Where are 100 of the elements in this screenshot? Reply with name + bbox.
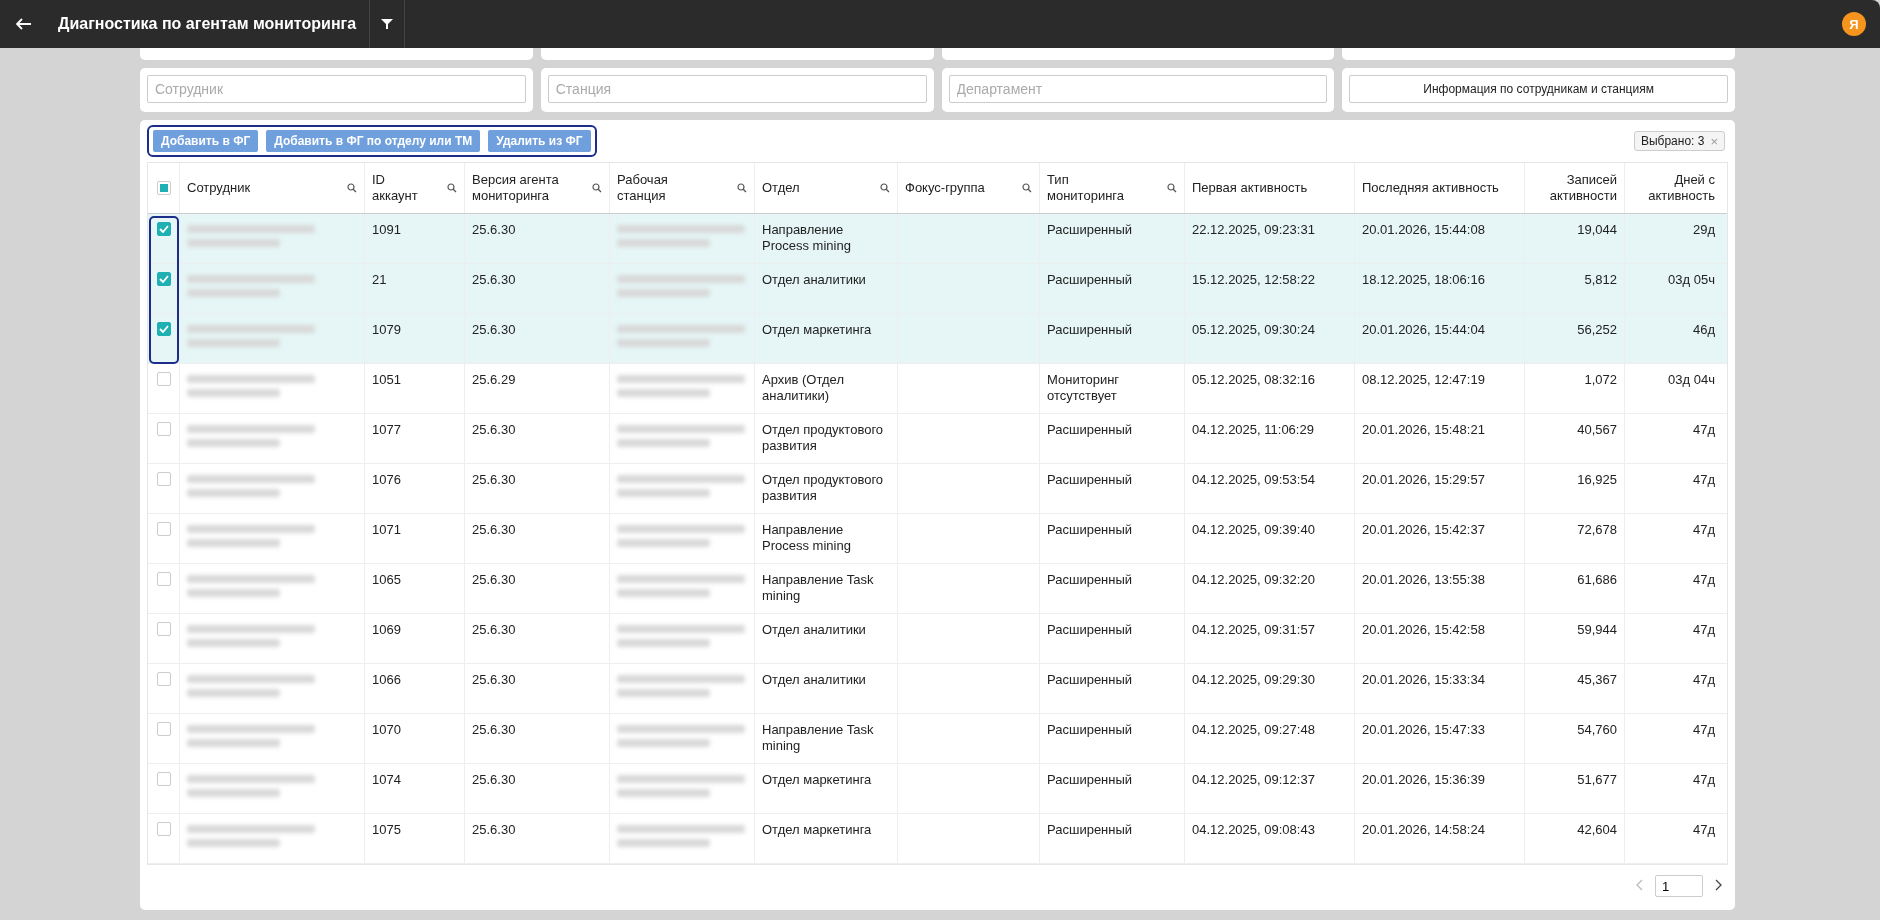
table-cell: Отдел продуктового развития xyxy=(762,472,884,503)
select-all-checkbox[interactable] xyxy=(156,181,171,195)
search-icon[interactable] xyxy=(880,183,890,193)
table-cell: 1091 xyxy=(372,222,401,237)
table-cell: Расширенный xyxy=(1047,222,1133,237)
table-cell: 1069 xyxy=(372,622,401,637)
table-cell: 20.01.2026, 15:47:33 xyxy=(1362,722,1485,737)
table-cell: 16,925 xyxy=(1577,472,1617,487)
checkbox[interactable] xyxy=(156,722,171,736)
column-header[interactable]: Дней с активность xyxy=(1635,172,1715,204)
filter-field[interactable]: Станция xyxy=(547,75,927,103)
table-cell: 25.6.30 xyxy=(472,672,516,687)
table-cell: 04.12.2025, 09:08:43 xyxy=(1192,822,1315,837)
selected-count: Выбрано: 3 xyxy=(1640,134,1705,148)
table-cell: 05.12.2025, 09:30:24 xyxy=(1192,322,1315,337)
table-cell: 19,044 xyxy=(1577,222,1617,237)
table-cell: 04.12.2025, 09:12:37 xyxy=(1192,772,1315,787)
table-cell: 1051 xyxy=(372,372,401,387)
table-cell: 47д xyxy=(1692,422,1715,437)
table-cell: 1070 xyxy=(372,722,401,737)
table-cell: 61,686 xyxy=(1577,572,1617,587)
table-cell: 47д xyxy=(1692,672,1715,687)
table-cell: Архив (Отдел аналитики) xyxy=(762,372,844,403)
table-cell: 59,944 xyxy=(1577,622,1617,637)
table-cell: 04.12.2025, 09:53:54 xyxy=(1192,472,1315,487)
table-cell: 25.6.30 xyxy=(472,722,516,737)
checkbox[interactable] xyxy=(156,822,171,836)
table-cell: 47д xyxy=(1692,772,1715,787)
table-cell: Расширенный xyxy=(1047,822,1133,837)
checkbox[interactable] xyxy=(156,222,171,236)
table-cell: 1079 xyxy=(372,322,401,337)
table-cell: 42,604 xyxy=(1577,822,1617,837)
column-header[interactable]: Сотрудник xyxy=(187,180,251,196)
checkbox[interactable] xyxy=(156,672,171,686)
column-header[interactable]: Рабочая станция xyxy=(617,172,687,204)
table-cell: 04.12.2025, 09:39:40 xyxy=(1192,522,1315,537)
table-cell: Расширенный xyxy=(1047,422,1133,437)
page-field[interactable]: 1 xyxy=(1655,875,1703,897)
table-cell: 1074 xyxy=(372,772,401,787)
table-cell: 47д xyxy=(1692,572,1715,587)
filter-icon xyxy=(381,18,394,30)
table-cell: 20.01.2026, 15:29:57 xyxy=(1362,472,1485,487)
table-cell: Расширенный xyxy=(1047,622,1133,637)
search-icon[interactable] xyxy=(737,183,747,193)
checkbox[interactable] xyxy=(156,622,171,636)
table-cell: 08.12.2025, 12:47:19 xyxy=(1362,372,1485,387)
table-cell: 20.01.2026, 15:36:39 xyxy=(1362,772,1485,787)
table-cell: 1071 xyxy=(372,522,401,537)
table-cell: 47д xyxy=(1692,622,1715,637)
table-cell: Мониторинг отсутствует xyxy=(1047,372,1120,403)
table-cell: 25.6.30 xyxy=(472,222,516,237)
table-cell: Расширенный xyxy=(1047,272,1133,287)
info-button[interactable]: Информация по сотрудникам и станциям xyxy=(1349,75,1728,103)
table-cell: 5,812 xyxy=(1584,272,1617,287)
search-icon[interactable] xyxy=(447,183,457,193)
column-header[interactable]: ID аккаунт xyxy=(372,172,432,204)
filter-field[interactable]: Департамент xyxy=(948,75,1328,103)
table-cell: 20.01.2026, 15:48:21 xyxy=(1362,422,1485,437)
column-header[interactable]: Версия агента мониторинга xyxy=(472,172,582,204)
page-title: Диагностика по агентам мониторинга xyxy=(57,14,358,34)
filter-field[interactable]: Сотрудник xyxy=(147,75,526,103)
checkbox[interactable] xyxy=(156,372,171,386)
column-header[interactable]: Отдел xyxy=(762,180,800,196)
checkbox[interactable] xyxy=(156,472,171,486)
table-cell: 18.12.2025, 18:06:16 xyxy=(1362,272,1485,287)
table-cell: 25.6.29 xyxy=(472,372,516,387)
table-cell: 46д xyxy=(1692,322,1715,337)
table-cell: 29д xyxy=(1692,222,1715,237)
column-header[interactable]: Первая активность xyxy=(1192,180,1308,196)
table-cell: 25.6.30 xyxy=(472,822,516,837)
table-cell: Расширенный xyxy=(1047,772,1133,787)
search-icon[interactable] xyxy=(347,183,357,193)
table-cell: 54,760 xyxy=(1577,722,1617,737)
back-arrow-icon xyxy=(16,18,32,30)
search-icon[interactable] xyxy=(1167,183,1177,193)
table-cell: 20.01.2026, 13:55:38 xyxy=(1362,572,1485,587)
checkbox[interactable] xyxy=(156,772,171,786)
chevron-right-icon xyxy=(1715,879,1722,891)
table-cell: 1066 xyxy=(372,672,401,687)
table-cell: 04.12.2025, 09:31:57 xyxy=(1192,622,1315,637)
table-cell: 45,367 xyxy=(1577,672,1617,687)
search-icon[interactable] xyxy=(592,183,602,193)
table-cell: 47д xyxy=(1692,822,1715,837)
checkbox[interactable] xyxy=(156,422,171,436)
checkbox[interactable] xyxy=(156,272,171,286)
table-cell: Направление Task mining xyxy=(762,722,874,753)
table-cell: 25.6.30 xyxy=(472,572,516,587)
column-header[interactable]: Последняя активность xyxy=(1362,180,1499,196)
search-icon[interactable] xyxy=(1022,183,1032,193)
checkbox[interactable] xyxy=(156,522,171,536)
chevron-left-icon xyxy=(1636,879,1643,891)
checkbox[interactable] xyxy=(156,322,171,336)
table-cell: 47д xyxy=(1692,722,1715,737)
column-header[interactable]: Записей активности xyxy=(1537,172,1617,204)
column-header[interactable]: Тип мониторинга xyxy=(1047,172,1137,204)
table-cell: 15.12.2025, 12:58:22 xyxy=(1192,272,1315,287)
table-cell: 1075 xyxy=(372,822,401,837)
column-header[interactable]: Фокус-группа xyxy=(905,180,985,196)
table-cell: Расширенный xyxy=(1047,572,1133,587)
checkbox[interactable] xyxy=(156,572,171,586)
